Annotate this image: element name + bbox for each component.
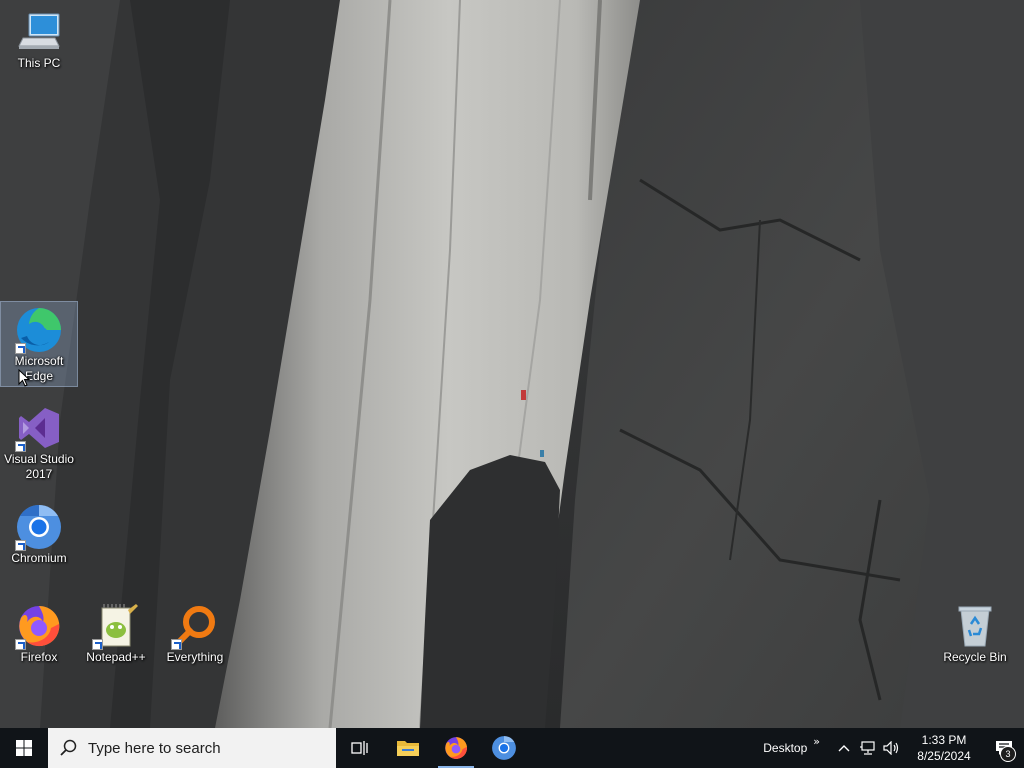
- firefox-icon: [445, 737, 468, 759]
- desktop[interactable]: This PC Microsoft Edge Visual Studio 201…: [0, 0, 1024, 728]
- speaker-icon: [883, 741, 899, 755]
- taskbar-chromium[interactable]: [480, 728, 528, 768]
- chromium-icon: [492, 736, 516, 760]
- desktop-icon-label: Notepad++: [86, 650, 146, 664]
- desktop-icon-recycle-bin[interactable]: Recycle Bin: [937, 598, 1013, 665]
- computer-icon: [15, 8, 63, 56]
- network-button[interactable]: [856, 728, 880, 768]
- shortcut-arrow-icon: [15, 540, 26, 551]
- chevron-up-icon: [838, 745, 850, 752]
- action-center-button[interactable]: 3: [984, 728, 1024, 768]
- clock-date: 8/25/2024: [917, 749, 971, 763]
- recycle-bin-icon: [951, 602, 999, 650]
- desktop-icon-label: Microsoft Edge: [14, 354, 64, 383]
- notification-count-badge: 3: [1000, 746, 1016, 762]
- taskbar-firefox[interactable]: [432, 728, 480, 768]
- network-icon: [860, 741, 875, 755]
- shortcut-arrow-icon: [171, 639, 182, 650]
- chromium-icon: [15, 503, 63, 551]
- desktop-icon-microsoft-edge[interactable]: Microsoft Edge: [0, 301, 78, 387]
- system-tray: Desktop » 1:33 PM 8/25/2024 3: [763, 728, 1024, 768]
- desktop-icon-label: This PC: [17, 56, 61, 70]
- desktop-icon-firefox[interactable]: Firefox: [1, 598, 77, 665]
- edge-icon: [15, 306, 63, 354]
- task-view-icon: [351, 741, 368, 755]
- desktop-icon-visual-studio-2017[interactable]: Visual Studio 2017: [1, 400, 77, 482]
- desktop-icon-label: Chromium: [11, 551, 67, 565]
- desktop-toolbar-label[interactable]: Desktop: [763, 741, 807, 755]
- notepadpp-icon: [92, 602, 140, 650]
- clock-time: 1:33 PM: [921, 733, 967, 747]
- mouse-cursor-icon: [18, 369, 30, 387]
- taskbar-clock[interactable]: 1:33 PM 8/25/2024: [904, 732, 984, 764]
- desktop-icon-label: Firefox: [20, 650, 58, 664]
- desktop-icon-label: Everything: [166, 650, 224, 664]
- search-placeholder: Type here to search: [88, 739, 221, 757]
- everything-icon: [171, 602, 219, 650]
- shortcut-arrow-icon: [92, 639, 103, 650]
- desktop-icon-notepadpp[interactable]: Notepad++: [78, 598, 154, 665]
- taskbar-file-explorer[interactable]: [384, 728, 432, 768]
- windows-logo-icon: [16, 740, 32, 756]
- desktop-icon-label: Recycle Bin: [943, 650, 1007, 664]
- desktop-icon-label: Visual Studio 2017: [4, 452, 74, 481]
- folder-icon: [397, 741, 419, 756]
- start-button[interactable]: [0, 728, 48, 768]
- volume-button[interactable]: [880, 728, 904, 768]
- search-icon: [60, 739, 77, 756]
- visual-studio-icon: [15, 404, 63, 452]
- shortcut-arrow-icon: [15, 441, 26, 452]
- shortcut-arrow-icon: [15, 639, 26, 650]
- firefox-icon: [15, 602, 63, 650]
- desktop-icon-chromium[interactable]: Chromium: [1, 499, 77, 566]
- desktop-icon-everything[interactable]: Everything: [157, 598, 233, 665]
- toolbar-chevron-icon[interactable]: »: [813, 735, 820, 748]
- show-hidden-icons-button[interactable]: [832, 728, 856, 768]
- taskbar-search-box[interactable]: Type here to search: [48, 728, 336, 768]
- task-view-button[interactable]: [336, 728, 384, 768]
- shortcut-arrow-icon: [15, 343, 26, 354]
- desktop-icon-this-pc[interactable]: This PC: [1, 4, 77, 71]
- taskbar: Type here to search Desktop » 1:33 PM 8/…: [0, 728, 1024, 768]
